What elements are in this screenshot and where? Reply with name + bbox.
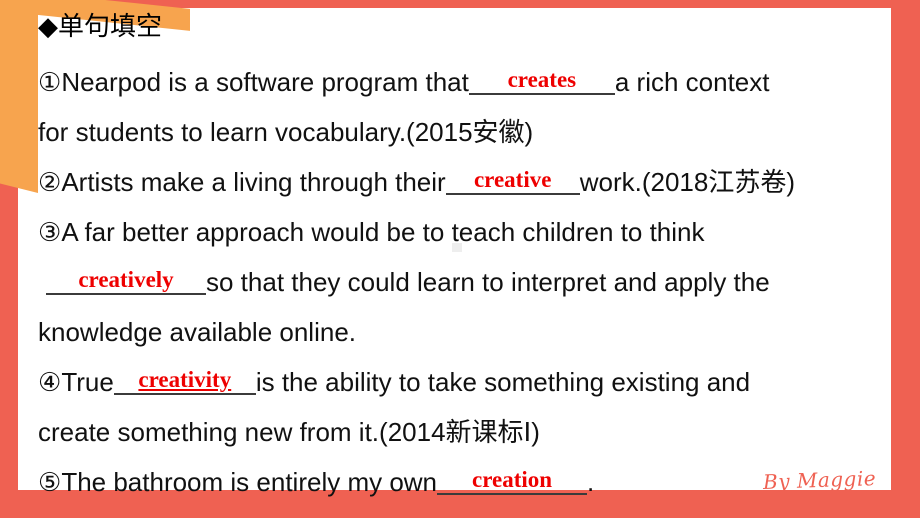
question-text-after: is the ability to take something existin… — [255, 366, 751, 397]
question-line: ③A far better approach would be to teach… — [38, 195, 886, 245]
question-line-continued: for students to learn vocabulary.(2015安徽… — [38, 95, 886, 145]
question-line-continued: creatively so that they could learn to i… — [38, 245, 886, 295]
question-text-before: Artists make a living through their — [61, 166, 446, 197]
item-marker: ⑤ — [38, 466, 62, 497]
item-marker: ④ — [38, 366, 62, 397]
question-text-after: work.(2018江苏卷) — [579, 166, 795, 197]
answer-blank-5[interactable]: creation — [437, 468, 588, 495]
question-text-wrap: for students to learn vocabulary.(2015安徽… — [38, 116, 534, 147]
question-text-after: so that they could learn to interpret an… — [206, 266, 770, 297]
question-line-continued: knowledge available online. — [38, 295, 886, 345]
exercise-content: ◆单句填空 ① Nearpod is a software program tha… — [38, 10, 886, 495]
item-marker: ① — [38, 66, 62, 97]
section-heading: ◆单句填空 — [38, 11, 162, 41]
question-line: ⑤ The bathroom is entirely my own creatio… — [38, 445, 886, 495]
answer-blank-2[interactable]: creative — [445, 168, 580, 195]
answer-blank-1[interactable]: creates — [468, 68, 615, 95]
question-text-wrap: create something new from it.(2014新课标Ⅰ) — [38, 416, 540, 447]
orange-ribbon-decoration — [0, 0, 38, 193]
answer-blank-4[interactable]: creativity — [113, 368, 256, 395]
question-text-after: . — [587, 466, 595, 497]
question-line: ② Artists make a living through their crea… — [38, 145, 886, 195]
answer-blank-3[interactable]: creatively — [46, 268, 206, 295]
item-marker: ③ — [38, 216, 62, 247]
question-text-before: The bathroom is entirely my own — [61, 466, 438, 497]
question-text-wrap: knowledge available online. — [38, 316, 357, 347]
author-signature: By Maggie — [762, 466, 877, 494]
question-text-before: Nearpod is a software program that — [61, 66, 469, 97]
question-line: ① Nearpod is a software program that crea… — [38, 45, 886, 95]
question-text-before: True — [61, 366, 114, 397]
item-marker: ② — [38, 166, 62, 197]
slide-root: ◆单句填空 ① Nearpod is a software program tha… — [0, 0, 920, 518]
question-line: ④ True creativity is the ability to take s… — [38, 345, 886, 395]
question-text-after: a rich context — [614, 66, 770, 97]
question-line-continued: create something new from it.(2014新课标Ⅰ) — [38, 395, 886, 445]
question-text-before: A far better approach would be to teach … — [61, 216, 705, 247]
